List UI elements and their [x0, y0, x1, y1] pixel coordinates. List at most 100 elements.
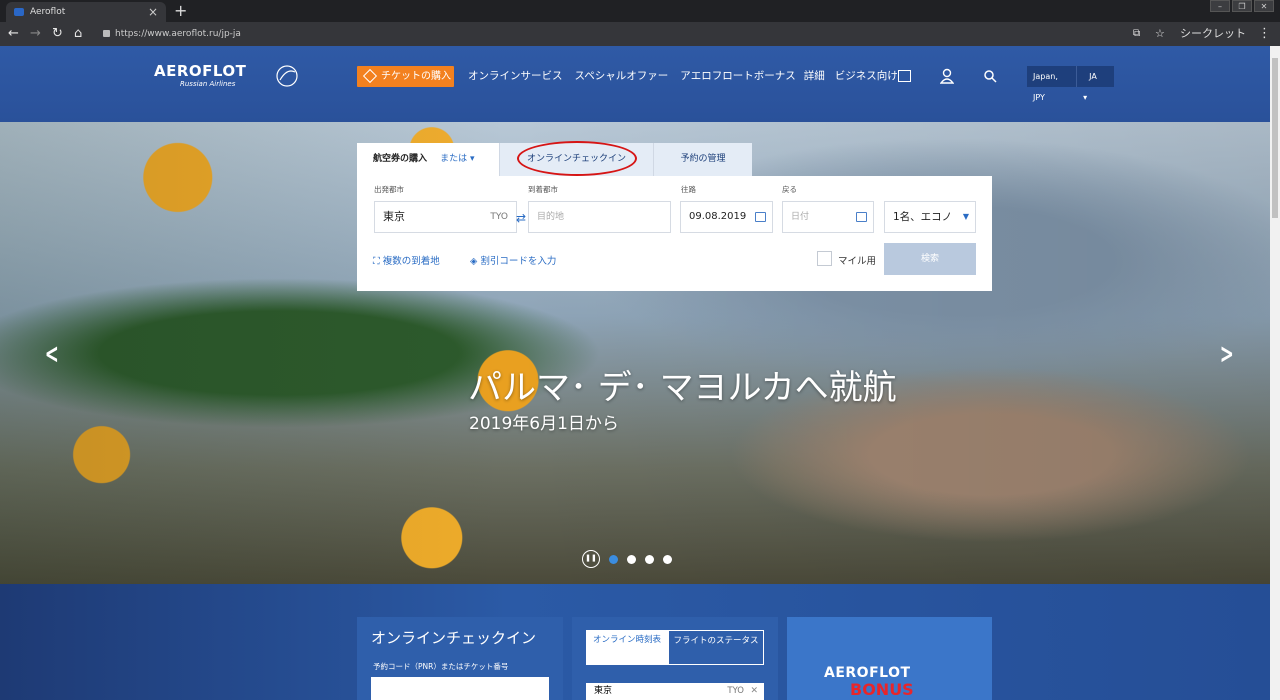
from-label: 出発都市: [374, 185, 404, 194]
forward-icon[interactable]: →: [30, 22, 41, 46]
reload-icon[interactable]: ↻: [52, 22, 63, 46]
aeroflot-logo[interactable]: AEROFLOT Russian Airlines: [154, 62, 246, 88]
multi-city-label: 複数の到着地: [382, 256, 440, 267]
or-dropdown[interactable]: または ▾: [440, 154, 474, 164]
language-selector[interactable]: JA ▾: [1076, 66, 1114, 102]
bonus-word: BONUS: [850, 680, 914, 699]
highlight-circle-annotation: [517, 141, 637, 176]
to-label: 到着都市: [528, 185, 558, 194]
home-icon[interactable]: ⌂: [74, 22, 82, 46]
multi-city-link[interactable]: ⛶ 複数の到着地: [373, 253, 440, 267]
browser-tab[interactable]: Aeroflot ×: [6, 2, 166, 22]
close-tab-icon[interactable]: ×: [148, 2, 158, 22]
booking-form: 出発都市 到着都市 往路 戻る 東京 TYO ⇄ 目的地 09.08.2019 …: [357, 176, 992, 291]
tab-online-timetable[interactable]: オンライン時刻表: [586, 630, 668, 665]
swap-icon[interactable]: ⇄: [516, 211, 526, 225]
clear-icon[interactable]: ✕: [750, 683, 758, 700]
hero-subtitle: 2019年6月1日から: [469, 414, 619, 434]
slide-dot-3[interactable]: [645, 554, 654, 564]
tag-icon: ◈: [470, 256, 478, 267]
slide-indicators: ❚❚: [582, 550, 672, 568]
site-header: AEROFLOT Russian Airlines チケットの購入 オンラインサ…: [0, 46, 1270, 122]
logo-subtitle: Russian Airlines: [180, 80, 236, 88]
return-placeholder: 日付: [791, 212, 810, 222]
chevron-down-icon: ▼: [962, 212, 969, 221]
region-selector[interactable]: Japan, JPY JA ▾: [1027, 66, 1114, 102]
tab-manage-booking[interactable]: 予約の管理: [654, 143, 752, 176]
to-field[interactable]: 目的地: [528, 201, 671, 233]
tab-flight-status[interactable]: フライトのステータス: [668, 630, 764, 665]
promo-label: 割引コードを入力: [480, 256, 557, 267]
back-icon[interactable]: ←: [8, 22, 19, 46]
return-date-field[interactable]: 日付: [782, 201, 874, 233]
nav-details[interactable]: 詳細: [804, 66, 825, 87]
logo-text: AEROFLOT: [154, 62, 247, 80]
miles-label: マイル用: [838, 256, 877, 267]
url-text: https://www.aeroflot.ru/jp-ja: [115, 29, 241, 39]
miles-checkbox[interactable]: [817, 251, 832, 266]
user-icon[interactable]: [940, 68, 954, 84]
translate-icon[interactable]: ⧉: [1133, 22, 1140, 46]
tab-title: Aeroflot: [30, 7, 66, 17]
nav-special-offers[interactable]: スペシャルオファー: [575, 66, 669, 87]
depart-label: 往路: [681, 185, 696, 194]
bookmark-star-icon[interactable]: ☆: [1155, 22, 1165, 46]
passengers-value: 1名、エコノ: [893, 211, 953, 223]
pnr-input[interactable]: [371, 677, 549, 700]
return-label: 戻る: [782, 185, 797, 194]
promo-code-link[interactable]: ◈ 割引コードを入力: [470, 253, 556, 267]
timetable-panel: オンライン時刻表 フライトのステータス 東京 TYO ✕: [572, 617, 778, 700]
depart-date-value: 09.08.2019: [689, 211, 747, 222]
search-button[interactable]: 検索: [884, 243, 976, 275]
bonus-logo-text: AEROFLOT: [824, 665, 911, 681]
to-placeholder: 目的地: [537, 212, 565, 222]
slide-dot-1[interactable]: [609, 554, 618, 564]
calendar-icon[interactable]: [755, 212, 766, 222]
restore-icon[interactable]: ❐: [1232, 0, 1252, 12]
buy-ticket-label: チケットの購入: [381, 71, 451, 82]
aeroflot-bonus-banner[interactable]: AEROFLOT BONUS: [787, 617, 992, 700]
checkin-panel: オンラインチェックイン 予約コード（PNR）またはチケット番号: [357, 617, 563, 700]
depart-date-field[interactable]: 09.08.2019: [680, 201, 773, 233]
scrollbar-thumb[interactable]: [1272, 58, 1278, 218]
flight-status-label: フライトのステータス: [673, 636, 759, 646]
slide-dot-2[interactable]: [627, 554, 636, 564]
search-icon[interactable]: [983, 69, 997, 83]
hero-title: パルマ･ デ･ マヨルカへ就航: [468, 368, 897, 408]
tab-buy-ticket[interactable]: 航空券の購入 または ▾: [357, 143, 500, 176]
ticket-icon: [362, 68, 378, 84]
checkin-label: 予約コード（PNR）またはチケット番号: [373, 662, 509, 671]
nav-online-services[interactable]: オンラインサービス: [468, 66, 563, 87]
calendar-icon[interactable]: [856, 212, 867, 222]
prev-slide-icon[interactable]: <: [45, 337, 59, 370]
window-close-icon[interactable]: ✕: [1254, 0, 1274, 12]
new-tab-icon[interactable]: +: [174, 0, 187, 22]
passengers-select[interactable]: 1名、エコノ ▼: [884, 201, 976, 233]
browser-tabstrip: Aeroflot × + – ❐ ✕: [0, 0, 1280, 22]
next-slide-icon[interactable]: >: [1220, 337, 1234, 370]
timetable-from-input[interactable]: 東京 TYO ✕: [586, 683, 764, 700]
minimize-icon[interactable]: –: [1210, 0, 1230, 12]
incognito-label[interactable]: シークレット: [1180, 22, 1246, 46]
tab-manage-label: 予約の管理: [680, 154, 726, 164]
nav-business[interactable]: ビジネス向け: [835, 66, 898, 87]
browser-toolbar: ← → ↻ ⌂ https://www.aeroflot.ru/jp-ja ⧉ …: [0, 22, 1280, 46]
tab-buy-label: 航空券の購入: [373, 154, 428, 164]
buy-ticket-button[interactable]: チケットの購入: [357, 66, 454, 87]
from-code: TYO: [490, 212, 508, 222]
address-bar[interactable]: https://www.aeroflot.ru/jp-ja: [103, 25, 1113, 43]
skyteam-logo-icon: [276, 65, 298, 87]
nav-aeroflot-bonus[interactable]: アエロフロートボーナス: [680, 66, 796, 87]
multi-destination-icon: ⛶: [373, 256, 380, 267]
timetable-from-code: TYO: [727, 686, 744, 696]
region-label: Japan, JPY: [1033, 72, 1058, 102]
from-value: 東京: [383, 210, 405, 223]
mail-icon[interactable]: [898, 70, 911, 82]
aeroflot-favicon-icon: [14, 8, 24, 16]
main-nav: オンラインサービス スペシャルオファー アエロフロートボーナス 詳細 ビジネス向…: [468, 66, 898, 87]
slide-dot-4[interactable]: [663, 554, 672, 564]
pause-icon[interactable]: ❚❚: [582, 550, 600, 568]
from-field[interactable]: 東京 TYO: [374, 201, 517, 233]
checkin-title: オンラインチェックイン: [371, 629, 537, 647]
menu-icon[interactable]: ⋮: [1258, 22, 1271, 46]
